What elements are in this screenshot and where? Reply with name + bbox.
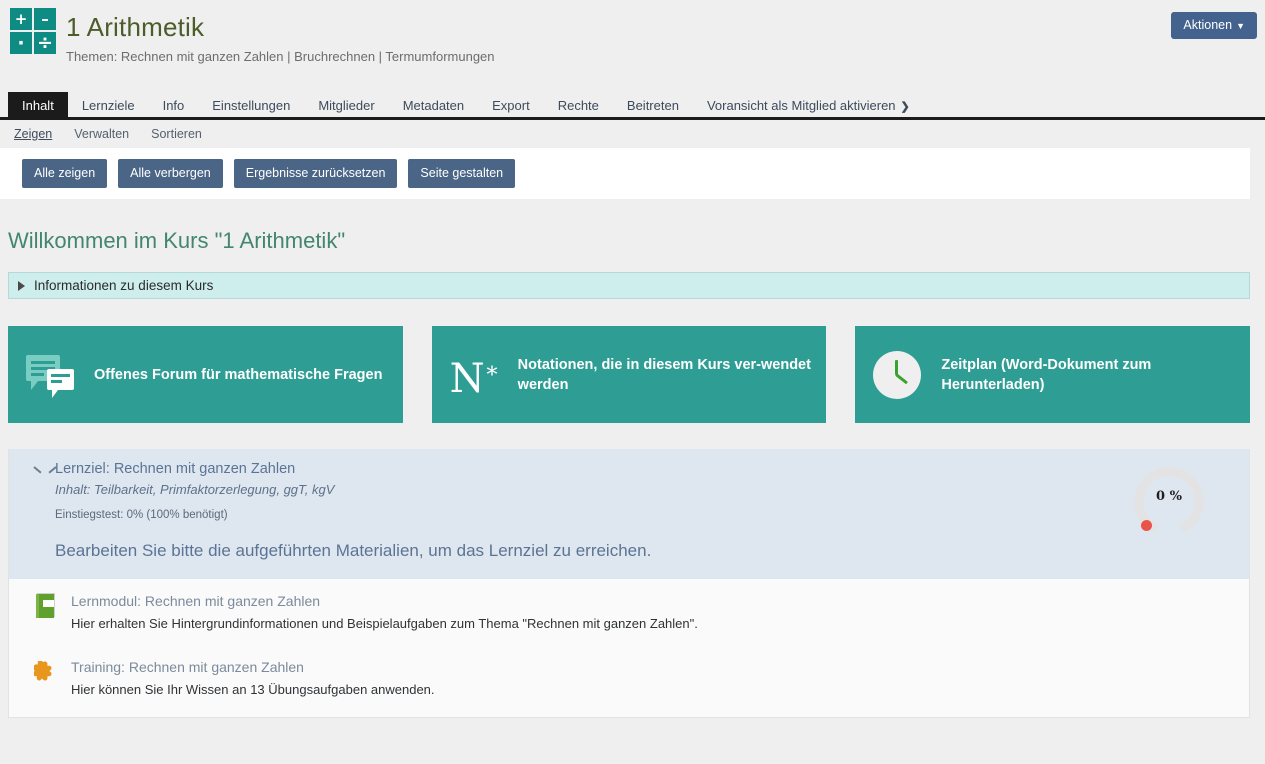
- calculator-divide-cell: ÷: [34, 32, 56, 54]
- welcome-heading: Willkommen im Kurs "1 Arithmetik": [0, 199, 1250, 272]
- course-info-accordion-label: Informationen zu diesem Kurs: [34, 278, 213, 293]
- tab-rechte[interactable]: Rechte: [544, 92, 613, 117]
- page-title: 1 Arithmetik: [66, 12, 1265, 43]
- content-item-lernmodul[interactable]: Lernmodul: Rechnen mit ganzen Zahlen Hie…: [9, 579, 1249, 645]
- course-info-accordion[interactable]: Informationen zu diesem Kurs: [8, 272, 1250, 299]
- tab-metadaten[interactable]: Metadaten: [389, 92, 478, 117]
- tab-inhalt[interactable]: Inhalt: [8, 92, 68, 117]
- gauge-marker-dot: [1141, 520, 1152, 531]
- subnav-item-sortieren[interactable]: Sortieren: [151, 127, 202, 141]
- content-item-lernmodul-title[interactable]: Lernmodul: Rechnen mit ganzen Zahlen: [71, 593, 1249, 609]
- sub-navigation: Zeigen Verwalten Sortieren: [0, 120, 1265, 148]
- calculator-times-cell: ·: [10, 32, 32, 54]
- lernziel-entry-test: Einstiegstest: 0% (100% benötigt): [55, 509, 1249, 521]
- gauge-percent-label: 0 %: [1131, 489, 1207, 504]
- tab-export[interactable]: Export: [478, 92, 544, 117]
- progress-gauge: 0 %: [1131, 461, 1207, 537]
- content-item-lernmodul-description: Hier erhalten Sie Hintergrundinformation…: [71, 615, 1249, 633]
- tab-beitreten[interactable]: Beitreten: [613, 92, 693, 117]
- quick-link-tiles: Offenes Forum für mathematische Fragen N…: [8, 326, 1250, 423]
- triangle-right-icon: [18, 281, 25, 291]
- content-item-training[interactable]: Training: Rechnen mit ganzen Zahlen Hier…: [9, 645, 1249, 711]
- subnav-item-verwalten[interactable]: Verwalten: [74, 127, 129, 141]
- tab-einstellungen[interactable]: Einstellungen: [198, 92, 304, 117]
- actions-button[interactable]: Aktionen ▼: [1171, 12, 1257, 39]
- lernziel-cta-text: Bearbeiten Sie bitte die aufgeführten Ma…: [55, 541, 1249, 561]
- tile-offenes-forum-label: Offenes Forum für mathematische Fragen: [94, 365, 382, 385]
- reset-results-button[interactable]: Ergebnisse zurücksetzen: [234, 159, 398, 188]
- chevron-right-icon: ❯: [901, 101, 910, 113]
- content-item-body: Lernmodul: Rechnen mit ganzen Zahlen Hie…: [71, 593, 1249, 633]
- page-subtitle: Themen: Rechnen mit ganzen Zahlen | Bruc…: [66, 49, 1265, 64]
- speech-bubbles-icon: [26, 349, 78, 401]
- calculator-plus-cell: +: [10, 8, 32, 30]
- main-tabbar: Inhalt Lernziele Info Einstellungen Mitg…: [0, 92, 1265, 120]
- design-page-button[interactable]: Seite gestalten: [408, 159, 515, 188]
- tab-mitglieder[interactable]: Mitglieder: [304, 92, 388, 117]
- content-item-training-description: Hier können Sie Ihr Wissen an 13 Übungsa…: [71, 681, 1249, 699]
- tab-info[interactable]: Info: [149, 92, 199, 117]
- tab-voransicht-label: Voransicht als Mitglied aktivieren: [707, 98, 896, 113]
- lernziel-content-line: Inhalt: Teilbarkeit, Primfaktorzerlegung…: [55, 482, 1249, 497]
- lernziel-title: Lernziel: Rechnen mit ganzen Zahlen: [55, 461, 1249, 477]
- n-star-icon: N∗: [450, 349, 502, 401]
- chevron-down-icon[interactable]: [34, 466, 47, 474]
- puzzle-icon: [33, 659, 57, 685]
- show-all-button[interactable]: Alle zeigen: [22, 159, 107, 188]
- content-item-training-title[interactable]: Training: Rechnen mit ganzen Zahlen: [71, 659, 1249, 675]
- actions-button-label: Aktionen: [1183, 18, 1232, 32]
- lernziel-header[interactable]: Lernziel: Rechnen mit ganzen Zahlen Inha…: [9, 449, 1249, 579]
- content-toolbar: Alle zeigen Alle verbergen Ergebnisse zu…: [0, 148, 1250, 199]
- puzzle-glyph: [34, 661, 58, 684]
- content-item-body: Training: Rechnen mit ganzen Zahlen Hier…: [71, 659, 1249, 699]
- tile-zeitplan-label: Zeitplan (Word-Dokument zum Herunterlade…: [941, 355, 1236, 395]
- lernziel-card: Lernziel: Rechnen mit ganzen Zahlen Inha…: [8, 449, 1250, 718]
- n-glyph: N: [450, 356, 485, 402]
- calculator-icon: + – · ÷: [10, 8, 56, 54]
- chevron-down-icon: ▼: [1236, 21, 1245, 31]
- calculator-minus-cell: –: [34, 8, 56, 30]
- clock-icon: [873, 349, 925, 401]
- book-icon: [33, 593, 57, 619]
- hide-all-button[interactable]: Alle verbergen: [118, 159, 223, 188]
- main-content: Willkommen im Kurs "1 Arithmetik" Inform…: [0, 199, 1265, 718]
- tab-voransicht-aktivieren[interactable]: Voransicht als Mitglied aktivieren ❯: [693, 92, 924, 117]
- subnav-item-zeigen[interactable]: Zeigen: [14, 127, 52, 141]
- title-block: 1 Arithmetik Themen: Rechnen mit ganzen …: [66, 10, 1265, 64]
- tile-zeitplan[interactable]: Zeitplan (Word-Dokument zum Herunterlade…: [855, 326, 1250, 423]
- page-header: + – · ÷ 1 Arithmetik Themen: Rechnen mit…: [0, 0, 1265, 92]
- tab-lernziele[interactable]: Lernziele: [68, 92, 149, 117]
- tile-notationen[interactable]: N∗ Notationen, die in diesem Kurs ver-we…: [432, 326, 827, 423]
- tile-offenes-forum[interactable]: Offenes Forum für mathematische Fragen: [8, 326, 403, 423]
- tile-notationen-label: Notationen, die in diesem Kurs ver-wende…: [518, 355, 813, 395]
- star-glyph: ∗: [485, 359, 500, 384]
